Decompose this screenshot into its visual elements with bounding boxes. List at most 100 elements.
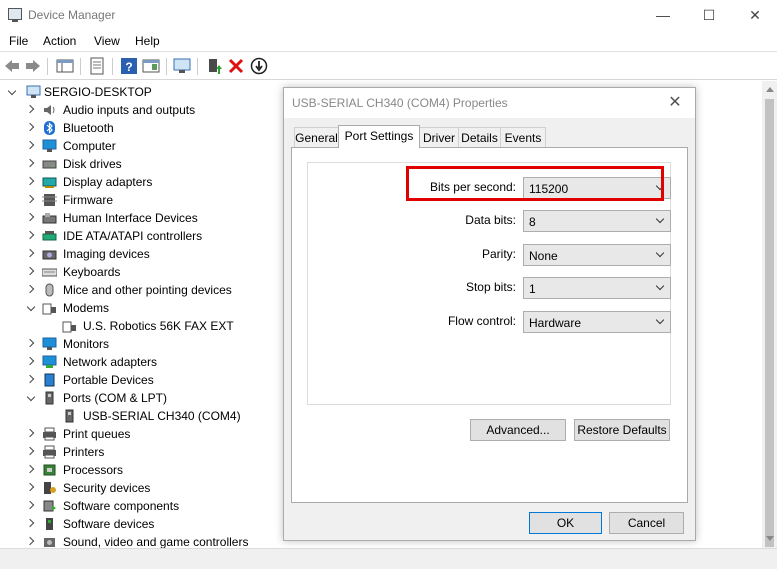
restore-defaults-button[interactable]: Restore Defaults — [574, 419, 670, 441]
properties-icon[interactable] — [88, 57, 106, 75]
firmware-icon — [42, 194, 57, 206]
expand-icon[interactable] — [25, 284, 35, 294]
expand-icon[interactable] — [25, 230, 35, 240]
tree-category-item[interactable]: Computer — [0, 137, 280, 155]
printer-icon — [43, 445, 56, 459]
tree-category-item[interactable]: Ports (COM & LPT) — [0, 389, 280, 407]
tab-events[interactable]: Events — [500, 127, 546, 148]
tab-details[interactable]: Details — [458, 127, 501, 148]
expand-icon[interactable] — [25, 536, 35, 546]
expand-icon[interactable] — [25, 122, 35, 132]
expand-icon[interactable] — [25, 356, 35, 366]
ok-button[interactable]: OK — [529, 512, 602, 534]
scan-hardware-icon[interactable] — [173, 57, 191, 75]
menu-action[interactable]: Action — [43, 34, 76, 48]
update-driver-icon[interactable] — [205, 57, 223, 75]
show-hide-console-tree-icon[interactable] — [56, 57, 74, 75]
sound-icon — [44, 538, 55, 547]
expand-icon[interactable] — [25, 194, 35, 204]
tree-category-item[interactable]: Display adapters — [0, 173, 280, 191]
expand-icon[interactable] — [25, 104, 35, 114]
close-button[interactable]: ✕ — [732, 0, 777, 30]
expand-icon[interactable] — [25, 266, 35, 276]
disable-device-icon[interactable] — [250, 57, 268, 75]
tree-root[interactable]: SERGIO-DESKTOP — [0, 83, 280, 101]
tree-category-item[interactable]: Print queues — [0, 425, 280, 443]
tab-driver[interactable]: Driver — [419, 127, 459, 148]
expand-icon[interactable] — [25, 482, 35, 492]
device-manager-icon — [8, 8, 22, 22]
tree-item-label: Imaging devices — [63, 247, 150, 261]
tree-category-item[interactable]: Firmware — [0, 191, 280, 209]
minimize-button[interactable]: — — [640, 0, 686, 30]
forward-arrow-icon[interactable] — [24, 57, 42, 75]
tree-item-label: Mice and other pointing devices — [63, 283, 232, 297]
expand-icon[interactable] — [25, 500, 35, 510]
window-title: Device Manager — [28, 8, 116, 22]
expand-icon[interactable] — [25, 158, 35, 168]
scroll-up-icon[interactable] — [766, 87, 774, 92]
dialog-close-icon[interactable]: ✕ — [661, 91, 689, 115]
ide-controller-icon — [42, 231, 57, 241]
scroll-down-icon[interactable] — [766, 536, 774, 541]
tree-category-item[interactable]: Monitors — [0, 335, 280, 353]
menu-view[interactable]: View — [94, 34, 120, 48]
tree-category-item[interactable]: Processors — [0, 461, 280, 479]
tree-category-item[interactable]: Keyboards — [0, 263, 280, 281]
tree-category-item[interactable]: Modems — [0, 299, 280, 317]
tree-category-item[interactable]: Audio inputs and outputs — [0, 101, 280, 119]
stop-bits-select[interactable]: 1 — [523, 277, 671, 299]
expand-icon[interactable] — [25, 518, 35, 528]
tree-child-item[interactable]: USB-SERIAL CH340 (COM4) — [0, 407, 280, 425]
menu-help[interactable]: Help — [135, 34, 160, 48]
tree-category-item[interactable]: Portable Devices — [0, 371, 280, 389]
menu-file[interactable]: File — [9, 34, 28, 48]
tree-category-item[interactable]: IDE ATA/ATAPI controllers — [0, 227, 280, 245]
tree-category-item[interactable]: Software components — [0, 497, 280, 515]
scroll-thumb[interactable] — [765, 99, 774, 547]
tree-category-item[interactable]: Human Interface Devices — [0, 209, 280, 227]
svg-text:?: ? — [125, 60, 132, 74]
tree-item-label: Computer — [63, 139, 116, 153]
security-device-icon — [44, 482, 56, 494]
expand-icon[interactable] — [25, 464, 35, 474]
expand-icon[interactable] — [25, 428, 35, 438]
cancel-button[interactable]: Cancel — [609, 512, 684, 534]
data-bits-select[interactable]: 8 — [523, 210, 671, 232]
uninstall-device-icon[interactable] — [227, 57, 245, 75]
maximize-button[interactable]: ☐ — [686, 0, 732, 30]
tree-category-item[interactable]: Printers — [0, 443, 280, 461]
tab-port-settings[interactable]: Port Settings — [338, 125, 420, 148]
expand-icon[interactable] — [25, 140, 35, 150]
tab-general[interactable]: General — [294, 127, 339, 148]
tree-item-label: Printers — [63, 445, 105, 459]
tree-category-item[interactable]: Mice and other pointing devices — [0, 281, 280, 299]
tree-category-item[interactable]: Imaging devices — [0, 245, 280, 263]
tree-item-label: U.S. Robotics 56K FAX EXT — [83, 319, 234, 333]
expand-icon[interactable] — [25, 212, 35, 222]
tree-category-item[interactable]: Software devices — [0, 515, 280, 533]
action-pane-icon[interactable] — [142, 57, 160, 75]
tree-category-item[interactable]: Security devices — [0, 479, 280, 497]
collapse-icon[interactable] — [26, 302, 36, 312]
advanced-button[interactable]: Advanced... — [470, 419, 566, 441]
parity-select[interactable]: None — [523, 244, 671, 266]
flow-control-select[interactable]: Hardware — [523, 311, 671, 333]
expand-icon[interactable] — [25, 248, 35, 258]
back-arrow-icon[interactable] — [3, 57, 21, 75]
vertical-scrollbar[interactable] — [762, 81, 777, 548]
expand-icon[interactable] — [25, 446, 35, 456]
expand-icon[interactable] — [25, 374, 35, 384]
tree-category-item[interactable]: Bluetooth — [0, 119, 280, 137]
help-icon[interactable]: ? — [120, 57, 138, 75]
collapse-icon[interactable] — [26, 392, 36, 402]
tree-category-item[interactable]: Disk drives — [0, 155, 280, 173]
tree-item-label: Modems — [63, 301, 110, 315]
expand-icon[interactable] — [25, 338, 35, 348]
tree-category-item[interactable]: Sound, video and game controllers — [0, 533, 280, 548]
flow-control-label: Flow control: — [447, 314, 516, 328]
tree-child-item[interactable]: U.S. Robotics 56K FAX EXT — [0, 317, 280, 335]
collapse-icon[interactable] — [7, 86, 17, 96]
tree-category-item[interactable]: Network adapters — [0, 353, 280, 371]
expand-icon[interactable] — [25, 176, 35, 186]
